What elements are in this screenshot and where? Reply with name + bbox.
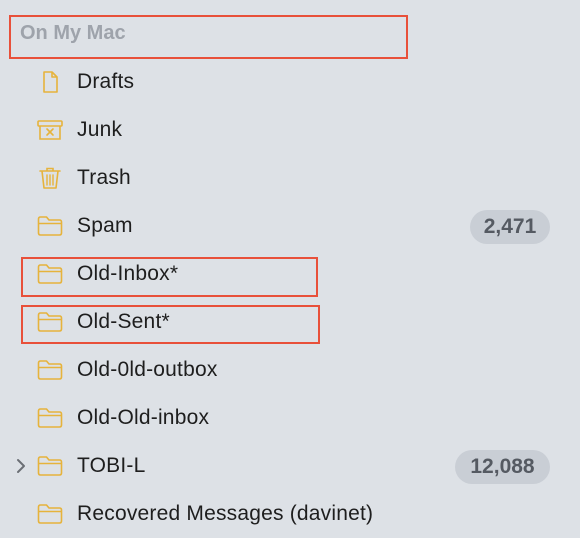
junk-icon	[37, 120, 63, 140]
chevron-right-icon[interactable]	[12, 457, 30, 475]
document-icon	[43, 71, 58, 93]
sidebar-item-label: Drafts	[77, 70, 135, 93]
sidebar-item-spam[interactable]: Spam 2,471	[0, 202, 580, 250]
sidebar-item-recovered-messages[interactable]: Recovered Messages (davinet)	[0, 490, 580, 538]
folder-icon	[37, 504, 63, 524]
sidebar-item-old-old-inbox[interactable]: Old-Old-inbox	[0, 394, 580, 442]
unread-count-badge: 12,088	[455, 450, 550, 484]
sidebar-item-label: Spam	[77, 214, 133, 237]
sidebar-item-label: TOBI-L	[77, 454, 146, 477]
sidebar-item-label: Recovered Messages (davinet)	[77, 502, 374, 525]
sidebar-item-label: Old-0ld-outbox	[77, 358, 218, 381]
sidebar-item-label: Trash	[77, 166, 131, 189]
sidebar-item-old-old-outbox[interactable]: Old-0ld-outbox	[0, 346, 580, 394]
folder-icon	[37, 456, 63, 476]
folder-icon	[37, 408, 63, 428]
highlight-box-section	[9, 15, 408, 59]
trash-icon	[39, 167, 61, 189]
sidebar-item-label: Junk	[77, 118, 123, 141]
sidebar-item-junk[interactable]: Junk	[0, 106, 580, 154]
unread-count-badge: 2,471	[470, 210, 550, 244]
highlight-box-old-sent	[21, 305, 320, 344]
highlight-box-old-inbox	[21, 257, 318, 297]
sidebar-item-trash[interactable]: Trash	[0, 154, 580, 202]
folder-icon	[37, 360, 63, 380]
sidebar-item-tobi-l[interactable]: TOBI-L 12,088	[0, 442, 580, 490]
folder-icon	[37, 216, 63, 236]
sidebar-item-label: Old-Old-inbox	[77, 406, 210, 429]
sidebar-item-drafts[interactable]: Drafts	[0, 58, 580, 106]
